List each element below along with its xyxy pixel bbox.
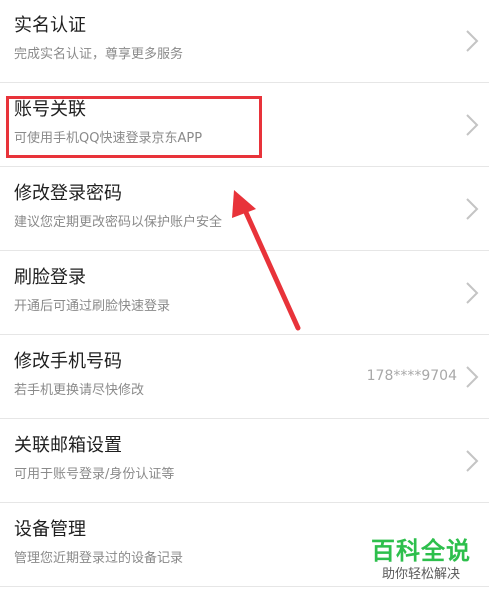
settings-item-email[interactable]: 关联邮箱设置 可用于账号登录/身份认证等 — [0, 420, 489, 503]
chevron-right-icon — [466, 282, 479, 304]
phone-number-value: 178****9704 — [366, 368, 457, 384]
chevron-right-icon — [466, 30, 479, 52]
watermark-title: 百科全说 — [371, 537, 471, 565]
settings-item-real-name[interactable]: 实名认证 完成实名认证，尊享更多服务 — [0, 0, 489, 83]
item-subtitle: 可用于账号登录/身份认证等 — [14, 467, 175, 482]
chevron-right-icon — [466, 114, 479, 136]
item-subtitle: 开通后可通过刷脸快速登录 — [14, 299, 171, 314]
divider — [0, 418, 489, 419]
highlight-box — [6, 96, 262, 158]
divider — [0, 166, 489, 167]
item-subtitle: 若手机更换请尽快修改 — [14, 383, 145, 398]
item-title: 修改手机号码 — [14, 351, 122, 372]
watermark-logo: 百科全说 助你轻松解决 — [361, 536, 481, 592]
chevron-right-icon — [466, 450, 479, 472]
chevron-right-icon — [466, 366, 479, 388]
divider — [0, 502, 489, 503]
item-title: 关联邮箱设置 — [14, 435, 122, 456]
divider — [0, 82, 489, 83]
item-title: 实名认证 — [14, 15, 86, 36]
chevron-right-icon — [466, 198, 479, 220]
item-title: 刷脸登录 — [14, 267, 86, 288]
item-subtitle: 管理您近期登录过的设备记录 — [14, 551, 184, 566]
divider — [0, 334, 489, 335]
watermark-subtitle: 助你轻松解决 — [381, 567, 460, 582]
account-settings-list: 实名认证 完成实名认证，尊享更多服务 账号关联 可使用手机QQ快速登录京东APP… — [0, 0, 489, 600]
divider — [0, 250, 489, 251]
item-title: 设备管理 — [14, 519, 86, 540]
item-title: 修改登录密码 — [14, 183, 122, 204]
settings-item-change-password[interactable]: 修改登录密码 建议您定期更改密码以保护账户安全 — [0, 168, 489, 251]
settings-item-face-login[interactable]: 刷脸登录 开通后可通过刷脸快速登录 — [0, 252, 489, 335]
item-subtitle: 完成实名认证，尊享更多服务 — [14, 47, 184, 62]
settings-item-change-phone[interactable]: 修改手机号码 若手机更换请尽快修改 178****9704 — [0, 336, 489, 419]
item-subtitle: 建议您定期更改密码以保护账户安全 — [14, 215, 223, 230]
